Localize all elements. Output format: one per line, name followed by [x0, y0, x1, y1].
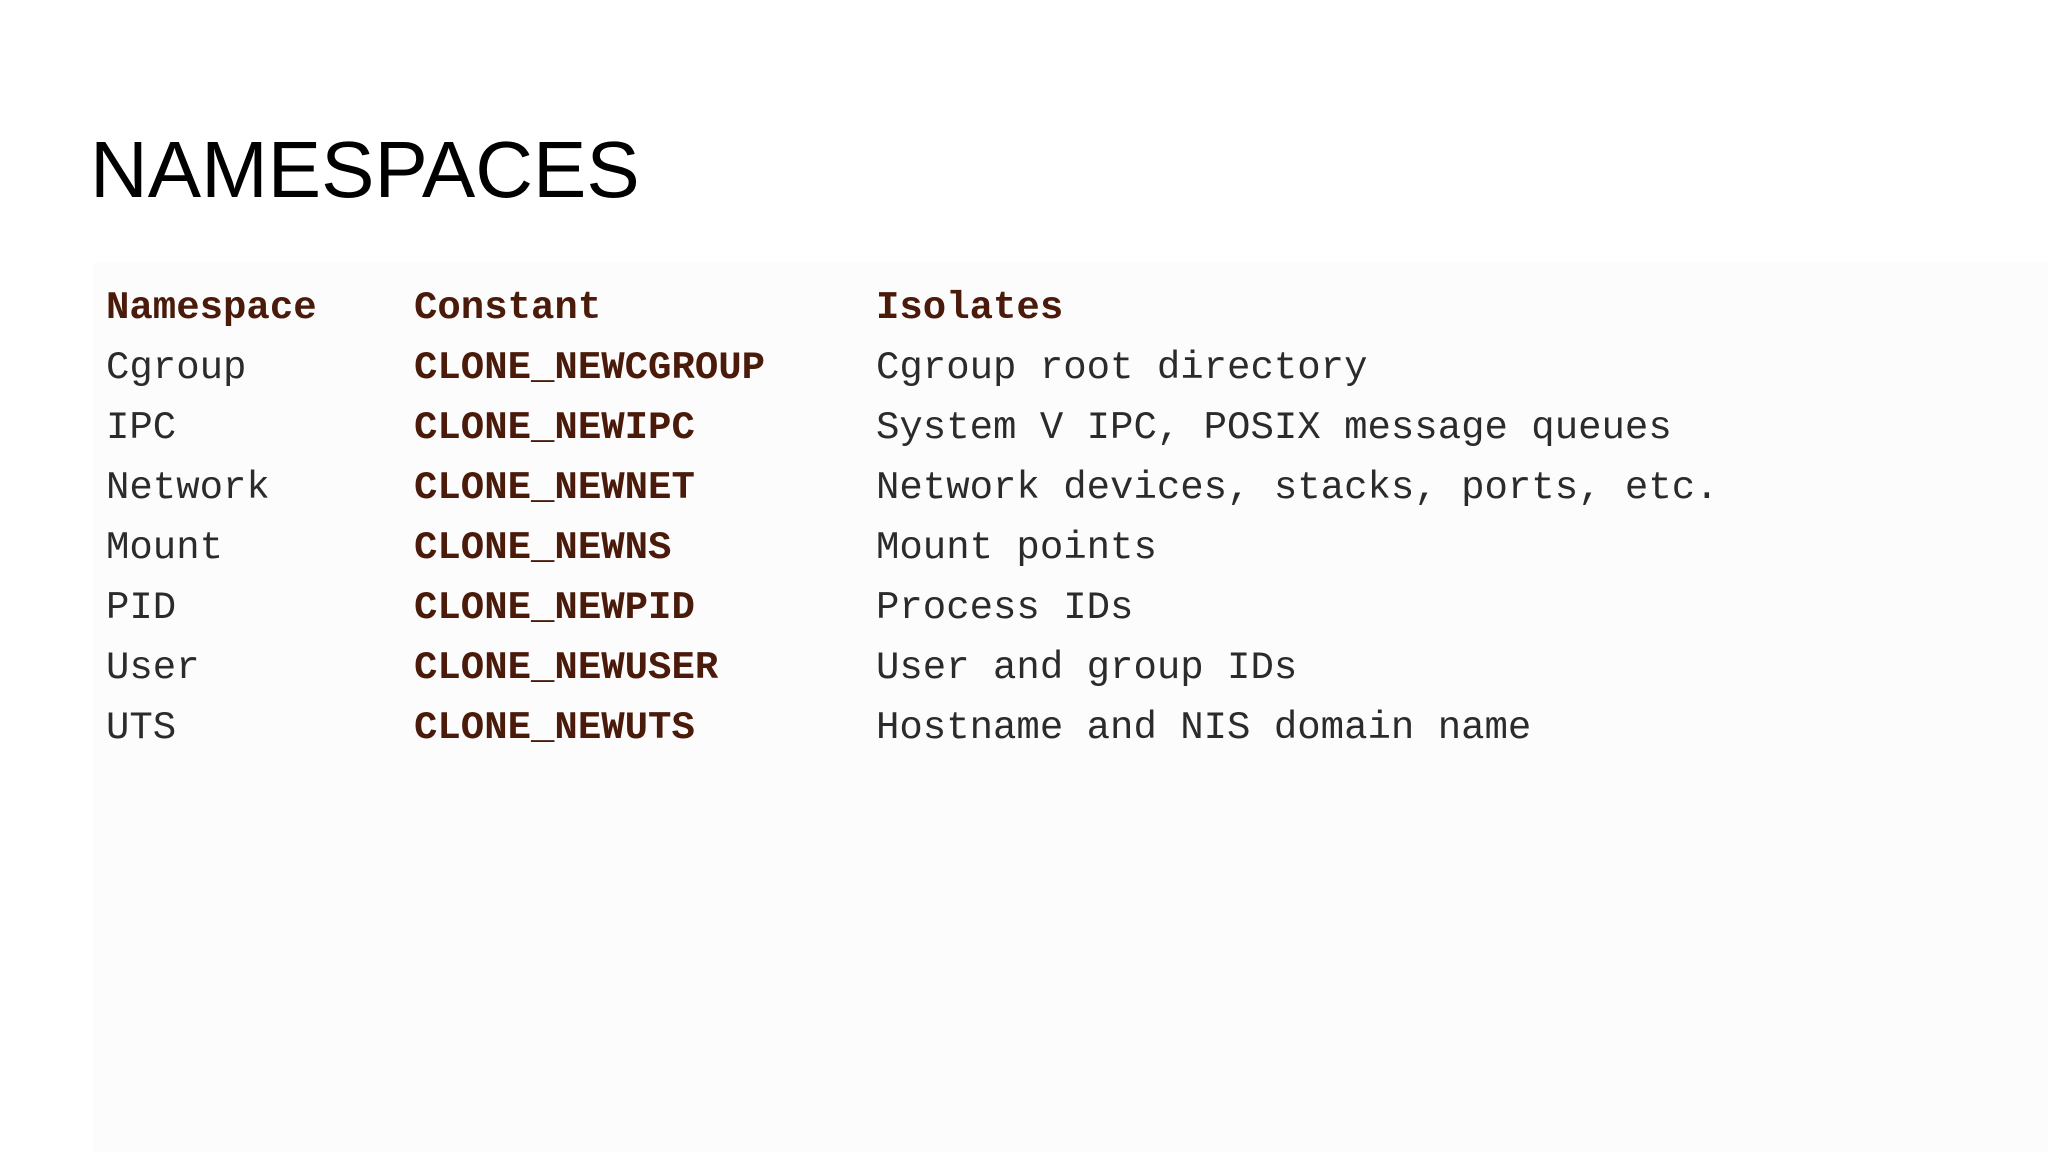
namespace-cell: Cgroup: [106, 346, 247, 390]
constant-cell: CLONE_NEWNS: [414, 526, 672, 570]
table-row: UTS CLONE_NEWUTS Hostname and NIS domain…: [94, 698, 1876, 758]
namespace-cell: IPC: [106, 406, 177, 450]
constant-cell: CLONE_NEWIPC: [414, 406, 695, 450]
constant-cell: CLONE_NEWCGROUP: [414, 346, 766, 390]
slide: NAMESPACES Namespace Constant Isolates C…: [0, 0, 2048, 1152]
table-row: Cgroup CLONE_NEWCGROUP Cgroup root direc…: [94, 338, 1876, 398]
table-row: IPC CLONE_NEWIPC System V IPC, POSIX mes…: [94, 398, 1876, 458]
isolates-cell: System V IPC, POSIX message queues: [876, 406, 1672, 450]
isolates-cell: Mount points: [876, 526, 1157, 570]
namespace-cell: Mount: [106, 526, 224, 570]
constant-cell: CLONE_NEWNET: [414, 466, 695, 510]
namespace-cell: PID: [106, 586, 177, 630]
namespace-cell: User: [106, 646, 200, 690]
header-namespace: Namespace: [106, 286, 317, 330]
isolates-cell: Network devices, stacks, ports, etc.: [876, 466, 1719, 510]
namespaces-table: Namespace Constant Isolates Cgroup CLONE…: [94, 278, 1876, 758]
slide-title: NAMESPACES: [90, 125, 640, 214]
header-isolates: Isolates: [876, 286, 1064, 330]
constant-cell: CLONE_NEWUTS: [414, 706, 695, 750]
isolates-cell: Hostname and NIS domain name: [876, 706, 1532, 750]
table-row: PID CLONE_NEWPID Process IDs: [94, 578, 1876, 638]
namespace-cell: Network: [106, 466, 270, 510]
table-header-row: Namespace Constant Isolates: [94, 278, 1876, 338]
table-row: Mount CLONE_NEWNS Mount points: [94, 518, 1876, 578]
isolates-cell: Process IDs: [876, 586, 1134, 630]
constant-cell: CLONE_NEWPID: [414, 586, 695, 630]
isolates-cell: Cgroup root directory: [876, 346, 1368, 390]
table-row: User CLONE_NEWUSER User and group IDs: [94, 638, 1876, 698]
isolates-cell: User and group IDs: [876, 646, 1298, 690]
namespace-cell: UTS: [106, 706, 177, 750]
header-constant: Constant: [414, 286, 602, 330]
table-row: Network CLONE_NEWNET Network devices, st…: [94, 458, 1876, 518]
constant-cell: CLONE_NEWUSER: [414, 646, 719, 690]
